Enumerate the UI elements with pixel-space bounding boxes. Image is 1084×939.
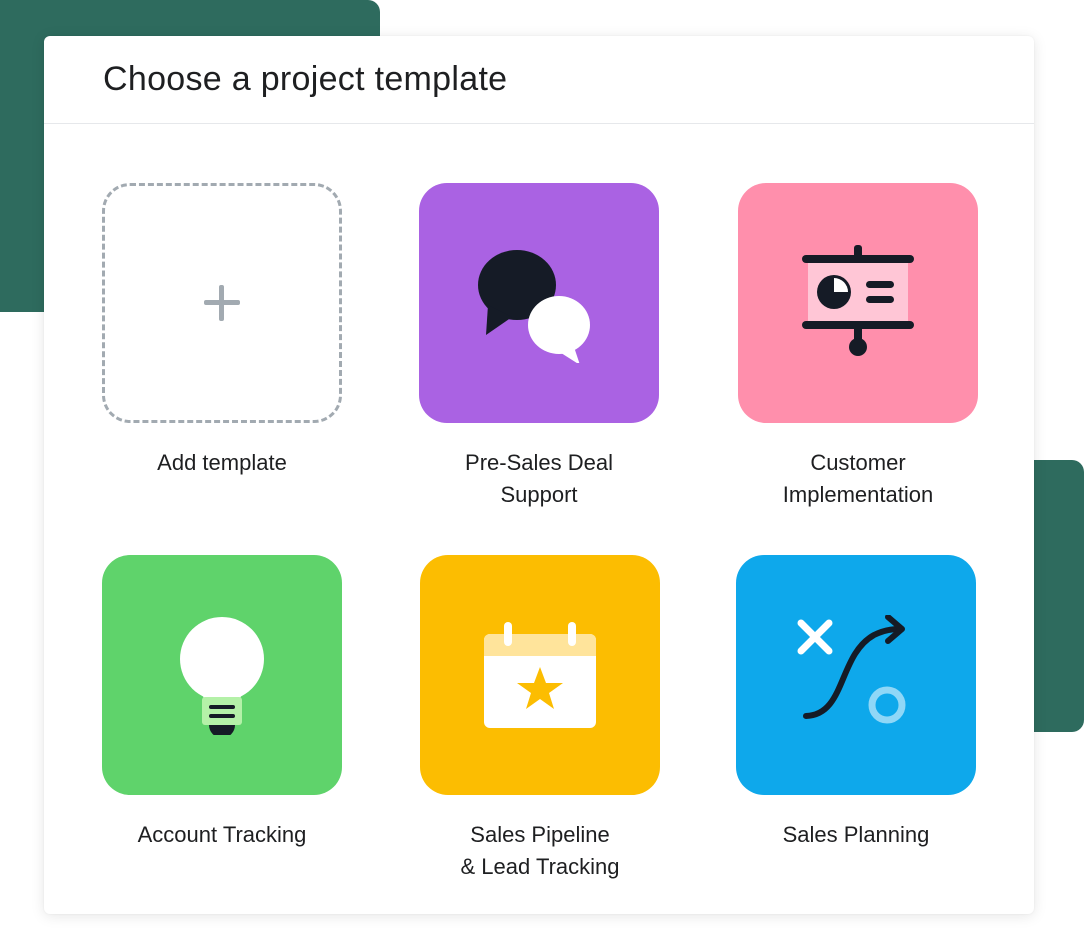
template-add[interactable]: Add template [102, 183, 342, 479]
template-thumbnail[interactable] [102, 555, 342, 795]
stage: Choose a project template Add template P… [0, 0, 1084, 939]
template-thumbnail[interactable] [420, 555, 660, 795]
chat-bubbles-icon [474, 243, 604, 363]
add-template-box[interactable] [102, 183, 342, 423]
template-customer-implementation[interactable]: Customer Implementation [738, 183, 978, 511]
template-pre-sales-deal-support[interactable]: Pre-Sales Deal Support [419, 183, 659, 511]
template-label: Sales Pipeline & Lead Tracking [460, 822, 620, 879]
template-thumbnail[interactable] [738, 183, 978, 423]
template-thumbnail[interactable] [736, 555, 976, 795]
template-dialog: Choose a project template Add template P… [44, 36, 1034, 914]
template-sales-pipeline-lead-tracking[interactable]: Sales Pipeline & Lead Tracking [420, 555, 660, 883]
template-sales-planning[interactable]: Sales Planning [736, 555, 976, 851]
template-label: Sales Planning [782, 822, 930, 847]
dialog-header: Choose a project template [44, 36, 1034, 124]
template-thumbnail[interactable] [419, 183, 659, 423]
template-label: Account Tracking [137, 822, 307, 847]
strategy-play-icon [796, 615, 916, 735]
dialog-title: Choose a project template [103, 60, 508, 98]
lightbulb-icon [172, 615, 272, 735]
template-label: Pre-Sales Deal Support [465, 450, 613, 507]
template-account-tracking[interactable]: Account Tracking [102, 555, 342, 851]
calendar-star-icon [480, 620, 600, 730]
plus-icon [202, 283, 242, 323]
template-label: Customer Implementation [782, 450, 934, 507]
template-label: Add template [157, 450, 287, 475]
presentation-board-icon [798, 243, 918, 363]
